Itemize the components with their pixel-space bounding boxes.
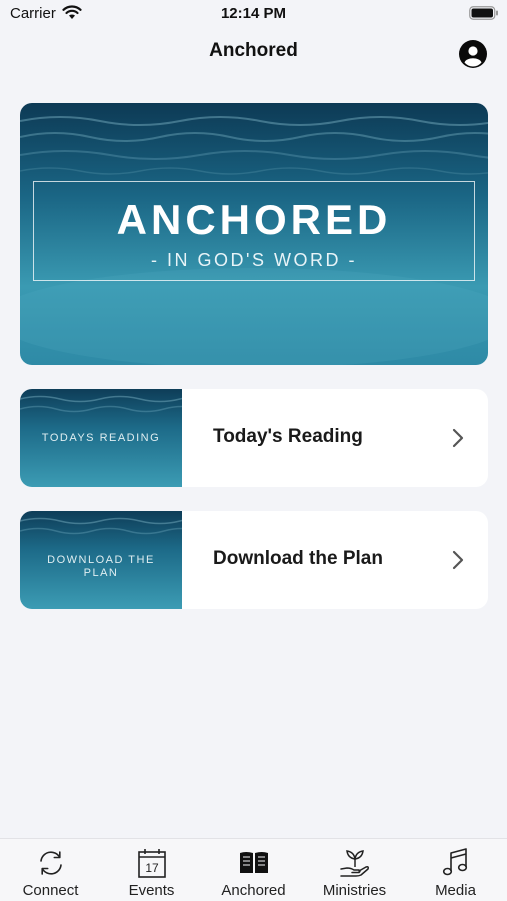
tab-anchored-label: Anchored: [221, 882, 286, 899]
hero-subtitle: - IN GOD'S WORD -: [151, 250, 357, 270]
hand-plant-icon: [340, 850, 369, 877]
chevron-right-icon: [452, 550, 464, 570]
calendar-day: 17: [145, 861, 159, 875]
profile-button[interactable]: [459, 40, 487, 68]
tab-media[interactable]: Media: [405, 839, 506, 901]
todays-reading-thumbnail: TODAYS READING: [20, 389, 182, 487]
download-plan-label: Download the Plan: [213, 548, 383, 569]
tab-connect-label: Connect: [22, 882, 79, 899]
tab-events-label: Events: [128, 882, 175, 899]
download-plan-thumbnail-text: DOWNLOAD THE PLAN: [47, 554, 155, 579]
download-plan-card[interactable]: DOWNLOAD THE PLAN Download the Plan: [20, 511, 488, 609]
sync-icon: [40, 851, 62, 875]
tab-events[interactable]: 17 Events: [101, 839, 202, 901]
tab-connect[interactable]: Connect: [0, 839, 101, 901]
status-time: 12:14 PM: [220, 5, 287, 22]
battery-icon: [469, 6, 499, 25]
book-icon: [240, 852, 268, 873]
tab-bar: Connect 17 Events Anchored Ministries Me…: [0, 838, 507, 901]
calendar-icon: 17: [138, 849, 166, 878]
user-icon: [459, 40, 487, 68]
tab-anchored[interactable]: Anchored: [203, 839, 304, 901]
download-plan-thumbnail: DOWNLOAD THE PLAN: [20, 511, 182, 609]
music-note-icon: [442, 848, 468, 876]
todays-reading-label: Today's Reading: [213, 426, 363, 447]
hero-banner[interactable]: ANCHORED - IN GOD'S WORD -: [20, 103, 488, 365]
tab-media-label: Media: [435, 882, 476, 899]
tab-ministries[interactable]: Ministries: [304, 839, 405, 901]
hero-title: ANCHORED: [116, 196, 392, 243]
todays-reading-card[interactable]: TODAYS READING Today's Reading: [20, 389, 488, 487]
todays-reading-thumbnail-text: TODAYS READING: [41, 432, 161, 444]
navigation-bar: Anchored: [0, 28, 507, 78]
status-bar: Carrier 12:14 PM: [0, 0, 507, 28]
chevron-right-icon: [452, 428, 464, 448]
tab-ministries-label: Ministries: [322, 882, 387, 899]
page-title: Anchored: [209, 40, 298, 61]
